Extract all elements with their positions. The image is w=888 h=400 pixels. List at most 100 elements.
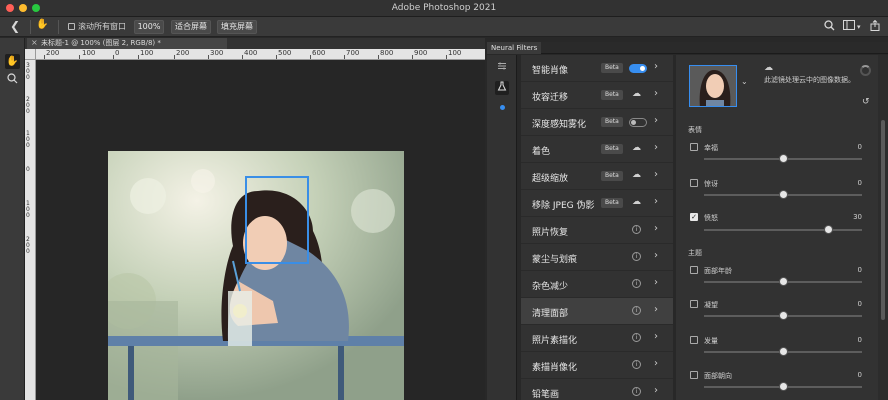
info-icon[interactable]: i <box>632 279 641 288</box>
info-icon[interactable]: i <box>632 387 641 396</box>
neural-filters-tab[interactable]: Neural Filters <box>487 42 542 54</box>
info-icon[interactable]: i <box>632 306 641 315</box>
scroll-all-windows-checkbox[interactable] <box>68 23 75 30</box>
filter-row-super-zoom[interactable]: 超级缩放 Beta ☁ › <box>521 163 673 190</box>
filter-row-face-cleanup[interactable]: 清理面部 i › <box>521 298 673 325</box>
filter-toggle[interactable] <box>629 64 647 73</box>
chevron-right-icon[interactable]: › <box>654 304 658 315</box>
ruler-tick <box>344 55 345 59</box>
option-checkbox-head-direction[interactable] <box>690 371 698 379</box>
ruler-corner <box>25 49 36 60</box>
cloud-download-icon[interactable]: ☁ <box>632 170 641 180</box>
chevron-right-icon[interactable]: › <box>654 61 658 72</box>
chevron-right-icon[interactable]: › <box>654 169 658 180</box>
filter-row-photo-to-sketch[interactable]: 照片素描化 i › <box>521 325 673 352</box>
chevron-right-icon[interactable]: › <box>654 331 658 342</box>
option-value: 30 <box>853 213 862 221</box>
back-chevron-icon[interactable]: ❮ <box>10 19 24 33</box>
info-icon[interactable]: i <box>632 333 641 342</box>
neural-filters-header: Neural Filters <box>487 42 888 54</box>
chevron-down-icon[interactable]: ⌄ <box>741 77 748 86</box>
ruler-tick <box>378 55 379 59</box>
info-icon[interactable]: i <box>632 360 641 369</box>
slider-knob-surprise[interactable] <box>779 190 788 199</box>
info-icon[interactable]: i <box>632 225 641 234</box>
workspace-icon[interactable] <box>843 20 855 35</box>
filter-row-photo-restoration[interactable]: 照片恢复 i › <box>521 217 673 244</box>
cloud-download-icon[interactable]: ☁ <box>632 197 641 207</box>
filter-row-makeup-transfer[interactable]: 妆容迁移 Beta ☁ › <box>521 82 673 109</box>
flask-icon[interactable] <box>495 81 509 95</box>
cloud-download-icon[interactable]: ☁ <box>632 143 641 153</box>
hand-tool-icon[interactable]: ✋ <box>5 54 20 69</box>
filter-row-depth-blur[interactable]: 深度感知雾化 Beta › <box>521 109 673 136</box>
slider-track-anger[interactable] <box>704 229 862 231</box>
info-icon[interactable]: i <box>632 252 641 261</box>
status-dot <box>500 105 505 110</box>
sliders-icon[interactable] <box>495 61 509 75</box>
filter-label: 移除 JPEG 伪影 <box>532 201 595 211</box>
option-checkbox-gaze[interactable] <box>690 300 698 308</box>
slider-knob-happiness[interactable] <box>779 154 788 163</box>
zoom-tool-icon[interactable] <box>5 71 20 86</box>
slider-knob-facial-age[interactable] <box>779 277 788 286</box>
reset-icon[interactable]: ↺ <box>862 97 870 107</box>
filter-label: 超级缩放 <box>532 174 569 184</box>
option-checkbox-surprise[interactable] <box>690 179 698 187</box>
filter-row-smart-portrait[interactable]: 智能肖像 Beta › <box>521 55 673 82</box>
slider-knob-anger[interactable] <box>824 225 833 234</box>
filter-row-jpeg-artifacts[interactable]: 移除 JPEG 伪影 Beta ☁ › <box>521 190 673 217</box>
document-tab[interactable]: × 未标题-1 @ 100% (图层 2, RGB/8) * <box>27 38 227 49</box>
filter-row-pencil-artwork[interactable]: 铅笔画 i › <box>521 379 673 400</box>
option-value: 0 <box>857 266 862 274</box>
option-checkbox-hair-thickness[interactable] <box>690 336 698 344</box>
slider-knob-gaze[interactable] <box>779 311 788 320</box>
option-label: 凝望 <box>704 301 718 309</box>
slider-knob-hair-thickness[interactable] <box>779 347 788 356</box>
document-canvas[interactable] <box>36 60 485 400</box>
share-icon[interactable] <box>870 19 880 36</box>
option-label: 惊讶 <box>704 180 718 188</box>
chevron-right-icon[interactable]: › <box>654 223 658 234</box>
chevron-right-icon[interactable]: › <box>654 115 658 126</box>
search-icon[interactable] <box>824 20 835 36</box>
settings-scrollbar[interactable] <box>878 55 888 400</box>
filter-row-sketch-to-portrait[interactable]: 素描肖像化 i › <box>521 352 673 379</box>
option-checkbox-happiness[interactable] <box>690 143 698 151</box>
filter-label: 着色 <box>532 147 551 157</box>
ruler-label: 900 <box>414 49 428 57</box>
option-checkbox-anger[interactable]: ✓ <box>690 213 698 221</box>
ruler-label: 0 <box>26 248 30 255</box>
ruler-label: 400 <box>244 49 258 57</box>
document-tab-title: 未标题-1 @ 100% (图层 2, RGB/8) * <box>41 39 161 47</box>
filter-label: 清理面部 <box>532 309 569 319</box>
portrait-photo <box>108 151 404 400</box>
chevron-down-icon[interactable]: ▾ <box>857 20 861 34</box>
zoom-100-button[interactable]: 100% <box>134 20 164 34</box>
chevron-right-icon[interactable]: › <box>654 358 658 369</box>
filter-settings-panel: ⌄ ☁ 此滤镜处理云中的图像数据。 ↺ 表情 幸福 0 惊讶 0 ✓ 愤怒 30… <box>676 55 878 400</box>
option-value: 0 <box>857 300 862 308</box>
chevron-right-icon[interactable]: › <box>654 250 658 261</box>
chevron-right-icon[interactable]: › <box>654 88 658 99</box>
hand-tool-icon[interactable]: ✋ <box>36 19 50 33</box>
scrollbar-thumb[interactable] <box>881 120 885 320</box>
slider-knob-head-direction[interactable] <box>779 382 788 391</box>
fit-screen-button[interactable]: 适合屏幕 <box>171 20 211 34</box>
filter-label: 素描肖像化 <box>532 363 578 373</box>
filter-toggle[interactable] <box>629 118 647 127</box>
chevron-right-icon[interactable]: › <box>654 385 658 396</box>
filter-row-colorize[interactable]: 着色 Beta ☁ › <box>521 136 673 163</box>
chevron-right-icon[interactable]: › <box>654 196 658 207</box>
chevron-right-icon[interactable]: › <box>654 142 658 153</box>
beta-badge: Beta <box>601 171 623 181</box>
filter-row-dust-scratches[interactable]: 蒙尘与划痕 i › <box>521 244 673 271</box>
face-thumbnail[interactable] <box>689 65 737 107</box>
ruler-label: 0 <box>26 74 30 81</box>
cloud-download-icon[interactable]: ☁ <box>632 89 641 99</box>
chevron-right-icon[interactable]: › <box>654 277 658 288</box>
filter-row-noise-reduction[interactable]: 杂色减少 i › <box>521 271 673 298</box>
close-tab-icon[interactable]: × <box>31 38 38 47</box>
option-checkbox-facial-age[interactable] <box>690 266 698 274</box>
fill-screen-button[interactable]: 填充屏幕 <box>217 20 257 34</box>
